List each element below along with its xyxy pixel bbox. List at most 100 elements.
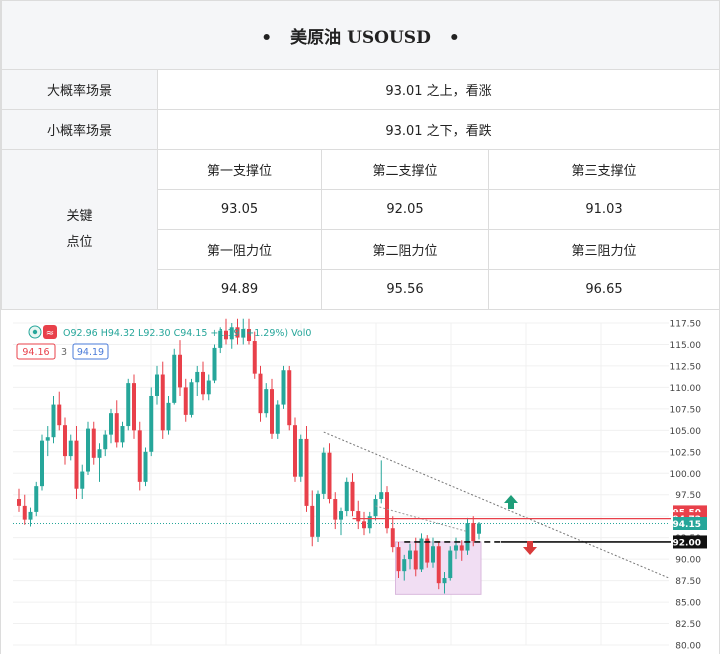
candle-body [103, 434, 108, 450]
scenario-value-major: 93.01 之上，看涨 [157, 69, 720, 110]
y-tick-label: 105.00 [670, 427, 702, 437]
candle-body [287, 370, 292, 426]
candle-body [68, 440, 73, 457]
y-tick-label: 117.50 [670, 320, 702, 330]
candle-body [310, 505, 315, 537]
candle-body [252, 341, 257, 374]
candle-body [137, 430, 142, 482]
candle-body [155, 374, 159, 396]
candle-body [270, 389, 274, 434]
scenario-row-minor: 小概率场景 93.01 之下，看跌 [1, 109, 720, 150]
candle-body [34, 486, 39, 512]
y-tick-label: 102.50 [670, 448, 702, 458]
candle-body [396, 547, 401, 572]
bid-price: 94.16 [22, 347, 49, 358]
title-dot-left: • [261, 27, 273, 48]
candle-body [264, 389, 269, 414]
candle-body [28, 511, 33, 520]
candle-body [51, 404, 56, 438]
candle-body [304, 438, 309, 506]
candle-body [436, 546, 441, 584]
key-levels-label-line1: 关键 [66, 208, 93, 224]
candle-body [459, 545, 464, 551]
title-text: 美原油 USOUSD [290, 27, 431, 48]
candle-body [408, 550, 412, 560]
candle-body [413, 550, 418, 570]
ohlc-readout: O92.96 H94.32 L92.30 C94.15 +1.19 (+1.29… [63, 328, 311, 339]
candle-body [298, 438, 303, 477]
scenario-label-major: 大概率场景 [1, 69, 158, 110]
candle-body [178, 354, 182, 388]
resistance-header-2: 第二阻力位 [321, 229, 489, 270]
candle-body [327, 452, 332, 500]
candle-body [206, 380, 211, 395]
spread-value: 3 [61, 347, 67, 358]
candle-body [390, 528, 395, 548]
candle-body [258, 373, 263, 414]
candlestick-chart-svg[interactable]: 117.50 115.00 112.50 110.00 107.50 105.00 102.… [1, 310, 719, 656]
candle-body [126, 383, 131, 427]
candle-body [402, 559, 407, 572]
candle-body [339, 511, 343, 520]
candle-series [17, 318, 481, 594]
candle-body [91, 428, 96, 458]
resistance-value-2: 95.56 [321, 269, 489, 310]
candle-body [172, 354, 177, 403]
title-dot-right: • [448, 27, 460, 48]
wave-icon-glyph: ≈ [46, 328, 54, 339]
candle-body [350, 481, 355, 512]
candle-body [57, 404, 62, 426]
candle-body [17, 499, 21, 506]
price-label-text: 94.15 [673, 520, 701, 530]
y-tick-label: 82.50 [675, 620, 701, 630]
candle-body [471, 523, 476, 542]
scenario-value-minor: 93.01 之下，看跌 [157, 109, 720, 150]
candle-body [419, 538, 424, 570]
y-axis: 117.50 115.00 112.50 110.00 107.50 105.00 102.… [670, 320, 707, 652]
key-levels-label-line2: 点位 [66, 234, 93, 250]
candle-body [166, 402, 171, 431]
analysis-card: • 美原油 USOUSD • 大概率场景 93.01 之上，看涨 小概率场景 93.… [0, 0, 720, 654]
bullish-arrow-icon [504, 495, 518, 509]
candle-body [97, 449, 102, 458]
scenario-label-minor: 小概率场景 [1, 109, 158, 150]
support-header-3: 第三支撑位 [488, 149, 720, 190]
y-tick-label: 90.00 [675, 556, 701, 566]
y-tick-label: 80.00 [675, 642, 701, 652]
key-levels-label: 关键 点位 [1, 149, 158, 310]
candle-body [74, 440, 79, 489]
support-value-3: 91.03 [488, 189, 720, 230]
price-chart[interactable]: 117.50 115.00 112.50 110.00 107.50 105.00 102.… [1, 310, 719, 656]
candle-body [356, 511, 361, 522]
candle-body [22, 505, 27, 520]
candle-body [448, 550, 453, 579]
support-header-2: 第二支撑位 [321, 149, 489, 190]
candle-body [63, 425, 67, 457]
scenario-row-major: 大概率场景 93.01 之上，看涨 [1, 69, 720, 110]
candle-body [275, 404, 280, 434]
y-tick-label: 107.50 [670, 405, 702, 415]
y-tick-label: 87.50 [675, 577, 701, 587]
candle-body [385, 492, 389, 529]
resistance-header-3: 第三阻力位 [488, 229, 720, 270]
candle-body [477, 523, 481, 534]
resistance-header-1: 第一阻力位 [157, 229, 322, 270]
candle-body [160, 374, 165, 431]
candle-body [379, 492, 384, 500]
candle-body [431, 546, 435, 563]
candle-body [281, 370, 286, 405]
y-tick-label: 110.00 [670, 384, 702, 394]
y-tick-label: 112.50 [670, 362, 702, 372]
candle-body [189, 382, 194, 415]
candle-body [212, 347, 217, 381]
candle-body [362, 521, 366, 529]
resistance-value-1: 94.89 [157, 269, 322, 310]
candle-body [149, 395, 154, 452]
support-value-1: 93.05 [157, 189, 322, 230]
candle-body [201, 371, 205, 395]
candle-body [373, 499, 378, 517]
candle-body [45, 437, 50, 441]
candle-body [132, 383, 136, 431]
price-label-text: 92.00 [673, 538, 701, 548]
y-tick-label: 115.00 [670, 341, 702, 351]
